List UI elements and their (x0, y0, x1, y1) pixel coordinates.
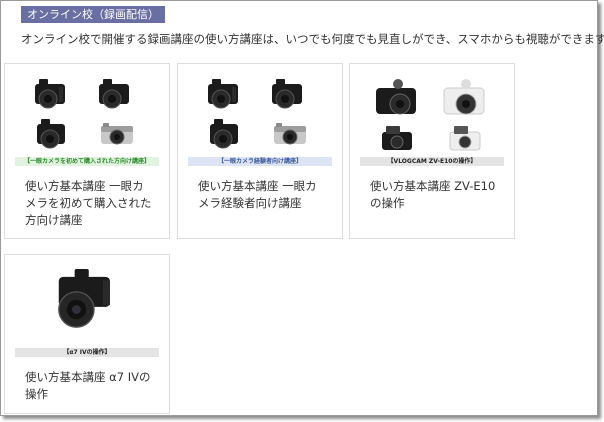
course-thumbnail-a7iv (58, 268, 110, 328)
camera-icon (99, 79, 129, 109)
camera-icon (272, 79, 302, 109)
camera-icon (382, 126, 412, 150)
content-frame: オンライン校（録画配信） オンライン校で開催する録画講座の使い方講座は、いつでも… (0, 0, 604, 416)
course-caption-beginner: 【一眼カメラを初めて購入された方向け講座】 (15, 157, 159, 166)
course-card-experienced[interactable]: 【一眼カメラ経験者向け講座】 使い方基本講座 一眼カメラ経験者向け講座 (177, 63, 343, 239)
camera-icon (208, 79, 238, 109)
camera-icon (274, 123, 306, 145)
course-title-beginner[interactable]: 使い方基本講座 一眼カメラを初めて購入された方向け講座 (25, 178, 155, 229)
section-badge: オンライン校（録画配信） (21, 6, 165, 23)
camera-icon (443, 79, 485, 115)
course-card-beginner[interactable]: 【一眼カメラを初めて購入された方向け講座】 使い方基本講座 一眼カメラを初めて購… (4, 63, 170, 239)
course-caption-zve10: 【VLOGCAM ZV-E10の操作】 (360, 157, 504, 166)
camera-icon (449, 126, 481, 151)
camera-icon (210, 119, 238, 149)
course-card-a7iv[interactable]: 【α7 IVの操作】 使い方基本講座 α7 IVの操作 (4, 254, 170, 414)
course-title-a7iv[interactable]: 使い方基本講座 α7 IVの操作 (25, 369, 155, 403)
camera-icon (37, 119, 65, 149)
camera-icon (376, 79, 416, 115)
course-caption-experienced: 【一眼カメラ経験者向け講座】 (188, 157, 332, 166)
course-caption-a7iv: 【α7 IVの操作】 (15, 348, 159, 357)
camera-icon (35, 79, 65, 109)
course-title-experienced[interactable]: 使い方基本講座 一眼カメラ経験者向け講座 (198, 178, 328, 212)
camera-icon (58, 268, 110, 328)
camera-icon (101, 123, 133, 145)
course-card-zve10[interactable]: 【VLOGCAM ZV-E10の操作】 使い方基本講座 ZV-E10の操作 (349, 63, 515, 239)
course-title-zve10[interactable]: 使い方基本講座 ZV-E10の操作 (370, 178, 500, 212)
section-intro-text: オンライン校で開催する録画講座の使い方講座は、いつでも何度でも見直しができ、スマ… (21, 32, 604, 46)
